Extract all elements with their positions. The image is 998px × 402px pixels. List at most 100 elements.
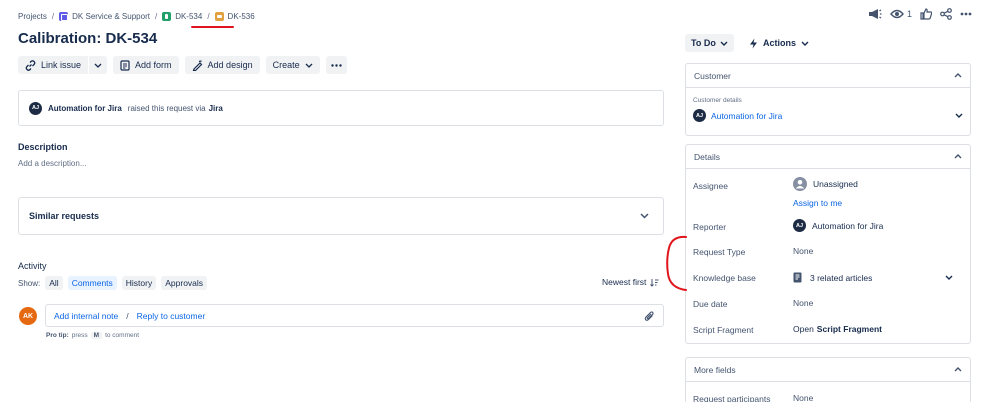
avatar: AJ (793, 219, 806, 232)
request-type-value[interactable]: None (793, 246, 813, 256)
more-fields-title: More fields (694, 364, 736, 375)
avatar: AJ (29, 101, 42, 115)
assign-to-me-link[interactable]: Assign to me (793, 198, 842, 208)
breadcrumb-parent-label: DK-534 (175, 11, 203, 21)
attachment-icon[interactable] (644, 310, 655, 322)
add-internal-note-link[interactable]: Add internal note (54, 311, 118, 321)
description-placeholder[interactable]: Add a description... (18, 159, 86, 168)
sort-icon (650, 278, 659, 287)
filter-history[interactable]: History (121, 276, 157, 290)
actions-label: Actions (763, 38, 797, 48)
reply-to-customer-link[interactable]: Reply to customer (137, 311, 206, 321)
link-issue-dropdown[interactable] (89, 56, 108, 74)
show-label: Show: (18, 278, 41, 288)
similar-requests-panel[interactable]: Similar requests (18, 197, 664, 235)
customer-panel-header[interactable]: Customer (686, 64, 970, 88)
assignee-label: Assignee (693, 181, 728, 191)
add-form-label: Add form (135, 60, 172, 70)
design-pen-icon (192, 59, 202, 71)
reporter-label: Reporter (693, 222, 727, 232)
due-date-value[interactable]: None (793, 298, 813, 308)
breadcrumb: Projects / DK Service & Support / DK-534… (18, 10, 255, 22)
link-icon (25, 59, 36, 71)
create-button[interactable]: Create (265, 56, 320, 74)
activity-heading: Activity (18, 261, 47, 271)
activity-filters: Show: All Comments History Approvals (18, 276, 208, 290)
request-participants-value[interactable]: None (793, 393, 813, 402)
annotation-arc (666, 235, 687, 291)
breadcrumb-project[interactable]: DK Service & Support (59, 11, 150, 21)
details-panel: Details Assignee Unassigned Assign to me… (685, 144, 971, 344)
description-heading: Description (18, 142, 68, 152)
create-label: Create (272, 60, 300, 70)
customer-details-label: Customer details (693, 97, 742, 104)
more-actions-button[interactable] (325, 56, 347, 74)
form-icon (120, 59, 130, 71)
breadcrumb-projects[interactable]: Projects (18, 12, 47, 21)
status-dropdown[interactable]: To Do (685, 34, 734, 52)
chevron-down-icon (801, 41, 809, 46)
comment-separator: / (126, 310, 129, 321)
project-icon (59, 11, 69, 21)
knowledge-base-field[interactable]: 3 related articles (793, 272, 953, 283)
knowledge-base-label: Knowledge base (693, 273, 756, 283)
raised-by-name[interactable]: Automation for Jira (48, 104, 122, 113)
chevron-up-icon (954, 367, 962, 372)
raised-channel: Jira (208, 103, 223, 113)
request-type-icon (162, 11, 172, 21)
script-fragment-field[interactable]: Open Script Fragment (793, 324, 882, 334)
comment-box[interactable]: Add internal note / Reply to customer (45, 304, 664, 327)
customer-details-select[interactable]: AJ Automation for Jira (693, 109, 963, 122)
add-form-button[interactable]: Add form (113, 56, 179, 74)
annotation-underline (191, 26, 234, 28)
thumbs-up-icon[interactable] (920, 8, 932, 20)
add-design-button[interactable]: Add design (184, 56, 260, 74)
more-icon (330, 63, 342, 67)
share-icon[interactable] (940, 8, 952, 20)
breadcrumb-separator: / (207, 11, 210, 21)
script-fragment-value: Script Fragment (816, 324, 882, 334)
chevron-down-icon (720, 41, 728, 46)
issue-title[interactable]: Calibration: DK-534 (18, 30, 157, 47)
breadcrumb-current-label: DK-536 (227, 11, 255, 21)
protip-press: press (71, 332, 88, 339)
filter-approvals[interactable]: Approvals (161, 276, 208, 290)
chevron-up-icon (954, 154, 962, 159)
customer-panel-title: Customer (694, 70, 731, 81)
protip-suffix: to comment (105, 332, 140, 339)
lightning-icon (750, 38, 757, 48)
breadcrumb-parent[interactable]: DK-534 (162, 11, 203, 21)
sort-order-button[interactable]: Newest first (602, 277, 659, 287)
chevron-down-icon (94, 63, 102, 68)
issue-type-icon (214, 11, 224, 21)
watch-button[interactable]: 1 (890, 9, 912, 19)
issue-toolbar: Link issue Add form Add design Create (18, 56, 347, 74)
assignee-field[interactable]: Unassigned (793, 177, 858, 191)
chevron-up-icon (954, 73, 962, 78)
article-icon (793, 272, 802, 283)
status-label: To Do (691, 38, 716, 48)
actions-dropdown[interactable]: Actions (745, 34, 813, 52)
feedback-megaphone-icon[interactable] (868, 8, 882, 20)
more-icon[interactable] (960, 12, 972, 16)
request-type-label: Request Type (693, 247, 746, 257)
filter-all[interactable]: All (45, 276, 63, 290)
filter-comments[interactable]: Comments (67, 276, 117, 290)
request-origin-card: AJ Automation for Jira raised this reque… (18, 90, 664, 126)
breadcrumb-current[interactable]: DK-536 (214, 11, 255, 21)
link-issue-label: Link issue (41, 60, 82, 70)
details-panel-header[interactable]: Details (686, 145, 970, 169)
watch-count: 1 (906, 9, 912, 19)
eye-icon (890, 9, 904, 19)
protip-key: M (90, 332, 103, 339)
chevron-down-icon (955, 113, 963, 118)
more-fields-header[interactable]: More fields (686, 358, 970, 382)
link-issue-button[interactable]: Link issue (18, 56, 89, 74)
reporter-value: Automation for Jira (812, 220, 884, 231)
breadcrumb-separator: / (154, 11, 158, 21)
sort-order-label: Newest first (602, 277, 647, 287)
reporter-field[interactable]: AJ Automation for Jira (793, 219, 883, 232)
avatar: AJ (693, 109, 706, 122)
script-fragment-prefix: Open (793, 324, 814, 334)
current-user-avatar: AK (19, 307, 37, 325)
